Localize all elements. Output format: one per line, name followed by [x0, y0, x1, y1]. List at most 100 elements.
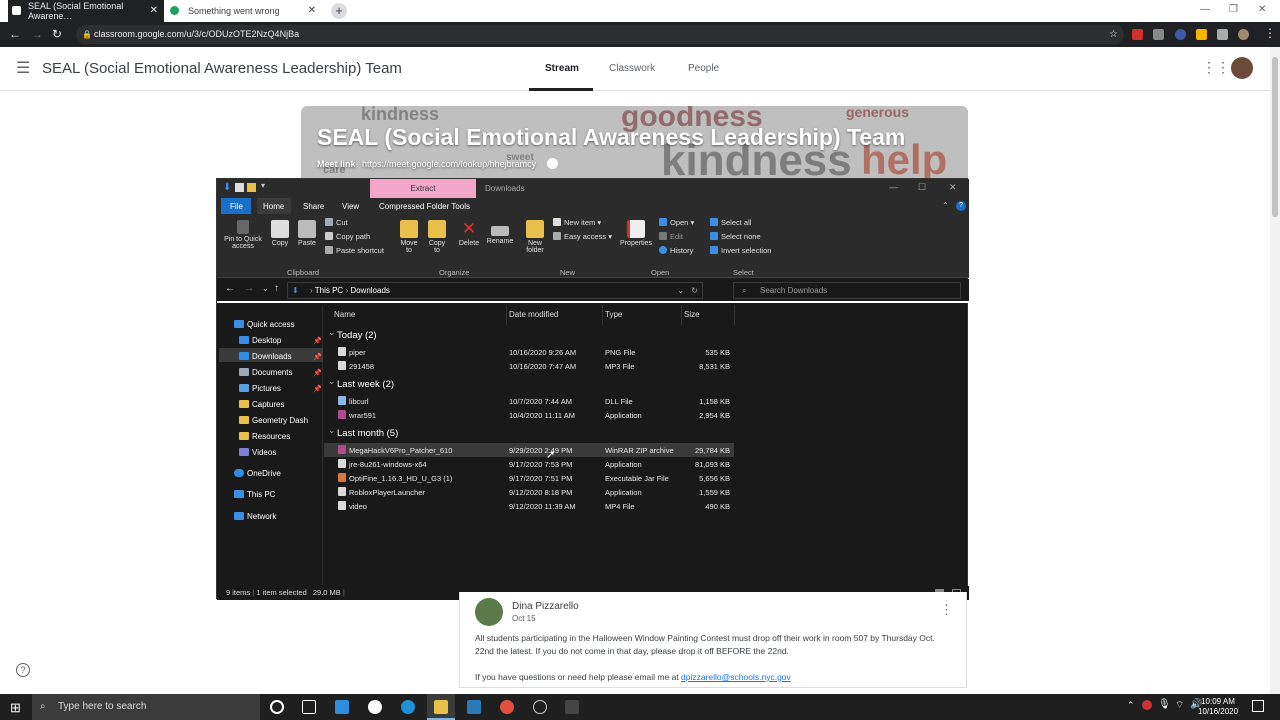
extract-context-tab[interactable]: Extract [370, 179, 476, 198]
thumbs-up-extension-icon[interactable] [1196, 29, 1207, 40]
ribbon-tab-home[interactable]: Home [257, 198, 291, 214]
column-divider[interactable] [506, 305, 507, 325]
network-icon[interactable]: ⌔ [1175, 699, 1184, 712]
new-item-button[interactable]: New item ▾ [553, 218, 601, 227]
sidebar-item-pictures[interactable]: Pictures [239, 384, 281, 393]
search-downloads-input[interactable]: ⌕ Search Downloads [733, 282, 961, 299]
k-extension-icon[interactable] [1175, 29, 1186, 40]
account-avatar[interactable] [1231, 57, 1253, 79]
file-row[interactable]: piper 10/16/2020 9:26 AM PNG File 535 KB [324, 345, 734, 359]
copy-button[interactable]: Copy [269, 220, 291, 247]
app-icon[interactable] [533, 700, 547, 714]
taskbar-clock[interactable]: 10:09 AM 10/16/2020 [1198, 697, 1238, 717]
edit-button[interactable]: Edit [659, 232, 683, 241]
refresh-icon[interactable]: ↻ [691, 283, 698, 298]
xbox-icon[interactable] [368, 700, 382, 714]
ribbon-tab-compressed-folder-tools[interactable]: Compressed Folder Tools [379, 202, 470, 211]
sidebar-item-network[interactable]: Network [234, 512, 276, 521]
reload-icon[interactable]: ↻ [52, 27, 62, 41]
minimize-icon[interactable]: — [1200, 4, 1210, 15]
close-tab-icon[interactable]: ✕ [150, 5, 158, 16]
profile-avatar[interactable] [1238, 29, 1249, 40]
open-button[interactable]: Open ▾ [659, 218, 694, 227]
maximize-icon[interactable]: ☐ [918, 182, 926, 193]
collapse-ribbon-icon[interactable]: ⌃ [942, 201, 949, 210]
rename-button[interactable]: Rename [485, 220, 515, 245]
sidebar-item-geometry-dash[interactable]: Geometry Dash [239, 416, 308, 425]
sidebar-item-documents[interactable]: Documents [239, 368, 292, 377]
group-header-last-week[interactable]: Last week (2) [328, 376, 394, 390]
history-button[interactable]: History [659, 246, 693, 255]
address-path[interactable]: ⬇ › This PC › Downloads ⌄ ↻ [287, 282, 703, 299]
forward-icon[interactable]: → [244, 283, 254, 294]
file-row[interactable]: wrar591 10/4/2020 11:11 AM Application 2… [324, 408, 734, 422]
tab-stream[interactable]: Stream [545, 63, 579, 74]
ribbon-tab-share[interactable]: Share [303, 202, 324, 211]
invert-selection-button[interactable]: Invert selection [710, 246, 771, 255]
pin-quick-access-button[interactable]: Pin to Quick access [221, 220, 265, 250]
column-header-size[interactable]: Size [684, 310, 700, 319]
sidebar-item-onedrive[interactable]: OneDrive [234, 469, 281, 478]
maximize-icon[interactable]: ❐ [1229, 4, 1238, 15]
paste-button[interactable]: Paste [295, 220, 319, 247]
sidebar-item-captures[interactable]: Captures [239, 400, 284, 409]
path-this-pc[interactable]: This PC [315, 286, 343, 295]
forward-icon[interactable]: → [31, 27, 43, 41]
select-all-button[interactable]: Select all [710, 218, 751, 227]
apps-grid-icon[interactable]: ⋮⋮ [1202, 59, 1230, 76]
chrome-icon[interactable] [500, 700, 514, 714]
steam-icon[interactable] [467, 700, 481, 714]
group-header-last-month[interactable]: Last month (5) [328, 425, 398, 439]
hamburger-menu-icon[interactable]: ☰ [16, 58, 30, 78]
path-dropdown-icon[interactable]: ⌄ [677, 283, 684, 298]
close-tab-icon[interactable]: ✕ [308, 5, 316, 16]
microphone-icon[interactable]: 🎙 [1158, 699, 1171, 710]
sidebar-item-resources[interactable]: Resources [239, 432, 290, 441]
group-header-today[interactable]: Today (2) [328, 327, 377, 341]
properties-button[interactable]: Properties [619, 220, 653, 247]
scrollbar-thumb[interactable] [1272, 57, 1278, 217]
quick-access-toolbar-dropdown-icon[interactable]: ▾ [261, 181, 265, 190]
paste-shortcut-button[interactable]: Paste shortcut [325, 246, 384, 255]
back-icon[interactable]: ← [9, 27, 21, 41]
browser-tab[interactable]: Something went wrong ✕ [166, 0, 322, 22]
move-to-button[interactable]: Move to [397, 220, 421, 254]
recent-locations-icon[interactable]: ⌄ [262, 284, 269, 293]
select-none-button[interactable]: Select none [710, 232, 761, 241]
copy-path-button[interactable]: Copy path [325, 232, 370, 241]
back-icon[interactable]: ← [225, 283, 235, 294]
cortana-icon[interactable] [270, 700, 284, 714]
file-row-selected[interactable]: MegaHackV6Pro_Patcher_610 9/29/2020 2:49… [324, 443, 734, 457]
extension-icon[interactable] [1153, 29, 1164, 40]
browser-tab-active[interactable]: SEAL (Social Emotional Awarene… ✕ [8, 0, 164, 22]
help-icon[interactable]: ? [16, 663, 30, 677]
help-icon[interactable]: ? [956, 201, 966, 211]
column-divider[interactable] [681, 305, 682, 325]
column-header-type[interactable]: Type [605, 310, 622, 319]
column-header-date[interactable]: Date modified [509, 310, 558, 319]
close-icon[interactable]: ✕ [949, 182, 957, 193]
close-window-icon[interactable]: ✕ [1258, 4, 1266, 15]
ribbon-tab-view[interactable]: View [342, 202, 359, 211]
bookmark-star-icon[interactable]: ☆ [1109, 25, 1118, 44]
file-row[interactable]: 291458 10/16/2020 7:47 AM MP3 File 8,531… [324, 359, 734, 373]
sidebar-item-desktop[interactable]: Desktop [239, 336, 281, 345]
easy-access-button[interactable]: Easy access ▾ [553, 232, 612, 241]
column-divider[interactable] [602, 305, 603, 325]
taskbar-search-box[interactable]: ⌕ Type here to search [32, 694, 260, 720]
up-icon[interactable]: ↑ [274, 283, 279, 294]
file-row[interactable]: video 9/12/2020 11:39 AM MP4 File 490 KB [324, 499, 734, 513]
copy-to-button[interactable]: Copy to [425, 220, 449, 254]
file-row[interactable]: libcurl 10/7/2020 7:44 AM DLL File 1,158… [324, 394, 734, 408]
file-row[interactable]: jre-8u261-windows-x64 9/17/2020 7:53 PM … [324, 457, 734, 471]
sidebar-item-quick-access[interactable]: Quick access [234, 320, 295, 329]
tab-people[interactable]: People [688, 63, 719, 74]
page-scrollbar[interactable] [1270, 47, 1280, 694]
app-icon[interactable] [565, 700, 579, 714]
show-hidden-icons-icon[interactable]: ⌃ [1127, 700, 1135, 711]
cut-button[interactable]: Cut [325, 218, 348, 227]
file-row[interactable]: OptiFine_1.16.3_HD_U_G3 (1) 9/17/2020 7:… [324, 471, 734, 485]
meet-visibility-icon[interactable] [546, 158, 558, 169]
url-bar[interactable]: 🔒 classroom.google.com/u/3/c/ODUzOTE2NzQ… [76, 25, 1124, 44]
class-title[interactable]: SEAL (Social Emotional Awareness Leaders… [42, 60, 402, 77]
